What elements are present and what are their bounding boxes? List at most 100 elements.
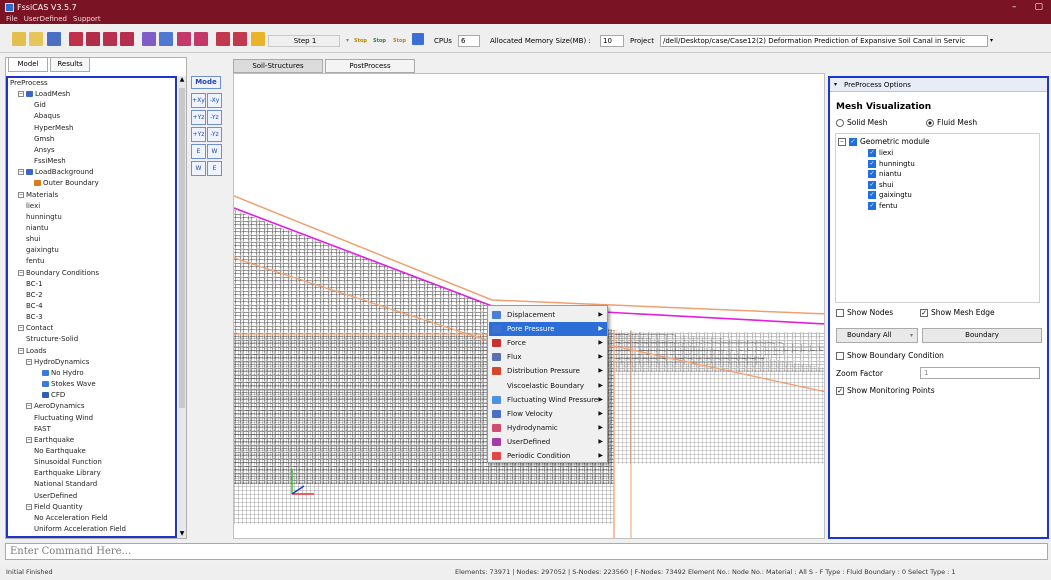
- tree-item[interactable]: − LoadMesh: [18, 90, 70, 98]
- menu-item[interactable]: Fluctuating Wind Pressure ▶: [489, 393, 607, 407]
- boundary-button[interactable]: Boundary: [922, 328, 1042, 343]
- collapse-icon[interactable]: ▾: [834, 78, 837, 92]
- module-checkbox[interactable]: ✓: [868, 170, 876, 178]
- tree-item[interactable]: No Earthquake: [34, 447, 86, 455]
- tree-expand-icon[interactable]: −: [18, 169, 24, 176]
- tree-item[interactable]: Stokes Wave: [42, 380, 96, 388]
- module-item[interactable]: ✓ hunningtu: [868, 159, 915, 169]
- module-checkbox[interactable]: ✓: [868, 159, 876, 168]
- scroll-down-icon[interactable]: ▼: [179, 530, 185, 538]
- menu-item[interactable]: Flux ▶: [489, 350, 607, 364]
- view-w2-button[interactable]: W: [191, 161, 206, 176]
- maximize-button[interactable]: ▢: [1034, 0, 1043, 14]
- menu-item[interactable]: Viscoelastic Boundary ▶: [489, 379, 607, 393]
- view-w-button[interactable]: W: [207, 144, 222, 159]
- tree-item[interactable]: CFD: [42, 391, 65, 399]
- tree-item[interactable]: Gid: [34, 101, 46, 109]
- memory-input[interactable]: 10: [600, 35, 624, 47]
- module-item[interactable]: ✓ fentu: [868, 201, 897, 211]
- fluid-mesh-radio[interactable]: Fluid Mesh: [926, 118, 977, 128]
- menu-item[interactable]: Hydrodynamic ▶: [489, 421, 607, 435]
- tree-item[interactable]: − Contact: [18, 324, 53, 332]
- tab-postprocess[interactable]: PostProcess: [325, 59, 415, 73]
- tree-item[interactable]: − Boundary Conditions: [18, 269, 99, 277]
- tree-item[interactable]: FssiMesh: [34, 157, 66, 165]
- menu-item[interactable]: UserDefined ▶: [489, 435, 607, 449]
- tree-item[interactable]: − HydroDynamics: [26, 358, 89, 366]
- tree-item[interactable]: FAST: [34, 425, 51, 433]
- tab-model[interactable]: Model: [8, 57, 48, 72]
- bc-icon[interactable]: [177, 32, 191, 46]
- tree-item[interactable]: Gmsh: [34, 135, 54, 143]
- mesh-refine-icon[interactable]: [103, 32, 117, 46]
- view-plus-yz-button[interactable]: +Yz: [191, 110, 206, 125]
- minimize-button[interactable]: –: [1012, 0, 1017, 14]
- mesh-grid-icon[interactable]: [86, 32, 100, 46]
- boundary-dropdown-icon[interactable]: ▾: [910, 329, 913, 342]
- tree-item[interactable]: PreProcess: [10, 79, 48, 87]
- save-icon[interactable]: [47, 32, 61, 46]
- show-nodes-box[interactable]: [836, 309, 844, 317]
- tree-item[interactable]: Sinusoidal Function: [34, 458, 102, 466]
- tree-item[interactable]: BC-2: [26, 291, 43, 299]
- solid-mesh-radio[interactable]: Solid Mesh: [836, 118, 887, 128]
- tree-item[interactable]: Structure-Solid: [26, 335, 78, 343]
- view-e2-button[interactable]: E: [207, 161, 222, 176]
- tree-item[interactable]: UserDefined: [34, 492, 77, 500]
- tree-item[interactable]: − AeroDynamics: [26, 402, 85, 410]
- tree-expand-icon[interactable]: −: [18, 269, 24, 276]
- bc2-icon[interactable]: [194, 32, 208, 46]
- menu-item[interactable]: Force ▶: [489, 336, 607, 350]
- tree-item[interactable]: liexi: [26, 202, 40, 210]
- mode-button[interactable]: Mode: [191, 76, 221, 89]
- tree-item[interactable]: hunningtu: [26, 213, 62, 221]
- menu-item[interactable]: Displacement ▶: [489, 308, 607, 322]
- command-input[interactable]: Enter Command Here...: [5, 543, 1048, 560]
- show-nodes-checkbox[interactable]: Show Nodes: [836, 308, 893, 318]
- module-item[interactable]: ✓ niantu: [868, 169, 901, 179]
- tree-item[interactable]: − LoadBackground: [18, 168, 94, 176]
- step-selector[interactable]: Step 1: [268, 35, 340, 47]
- solid-mesh-radio-icon[interactable]: [836, 119, 844, 127]
- zoom-factor-input[interactable]: 1: [920, 367, 1040, 379]
- module-item[interactable]: ✓ liexi: [868, 148, 893, 158]
- tree-item[interactable]: BC-1: [26, 280, 43, 288]
- menu-userdefined[interactable]: UserDefined: [24, 14, 67, 24]
- tree-item[interactable]: Earthquake Library: [34, 469, 101, 477]
- tree-item[interactable]: − Loads: [18, 347, 46, 355]
- show-boundary-condition-checkbox[interactable]: Show Boundary Condition: [836, 351, 944, 361]
- view-plus-yz2-button[interactable]: +Yz: [191, 127, 206, 142]
- tree-expand-icon[interactable]: −: [26, 358, 32, 365]
- load-icon[interactable]: [216, 32, 230, 46]
- tree-item[interactable]: gaixingtu: [26, 246, 59, 254]
- view-minus-yz-button[interactable]: -Yz: [207, 110, 222, 125]
- menu-item[interactable]: Distribution Pressure ▶: [489, 364, 607, 378]
- background-icon[interactable]: [142, 32, 156, 46]
- menu-item[interactable]: Flow Velocity ▶: [489, 407, 607, 421]
- module-checkbox[interactable]: ✓: [868, 149, 876, 157]
- tree-item[interactable]: National Standard: [34, 480, 97, 488]
- view-minus-yz2-button[interactable]: -Yz: [207, 127, 222, 142]
- tree-item[interactable]: Uniform Acceleration Field: [34, 525, 126, 533]
- tree-item[interactable]: − Materials: [18, 191, 58, 199]
- tree-expand-icon[interactable]: −: [26, 503, 32, 510]
- tree-expand-icon[interactable]: −: [18, 325, 24, 332]
- project-dropdown-arrow[interactable]: ▾: [990, 36, 993, 46]
- view-e-button[interactable]: E: [191, 144, 206, 159]
- tree-expand-icon[interactable]: −: [18, 91, 24, 98]
- preprocess-options-header[interactable]: ▾ PreProcess Options: [830, 78, 1047, 92]
- show-boundary-condition-box[interactable]: [836, 352, 844, 360]
- tree-item[interactable]: No Acceleration Field: [34, 514, 108, 522]
- run-icon[interactable]: [412, 33, 424, 45]
- scroll-up-icon[interactable]: ▲: [179, 76, 185, 84]
- fluid-mesh-radio-icon[interactable]: [926, 119, 934, 127]
- tab-results[interactable]: Results: [50, 57, 90, 72]
- tree-expand-icon[interactable]: −: [18, 191, 24, 198]
- tree-item[interactable]: Abaqus: [34, 112, 60, 120]
- tree-item[interactable]: − Field Quantity: [26, 503, 83, 511]
- module-checkbox[interactable]: ✓: [868, 191, 876, 199]
- step-dropdown-arrow[interactable]: ▾: [346, 36, 349, 46]
- material-icon[interactable]: [251, 32, 265, 46]
- tree-item[interactable]: BC-3: [26, 313, 43, 321]
- tree-expand-icon[interactable]: −: [26, 403, 32, 410]
